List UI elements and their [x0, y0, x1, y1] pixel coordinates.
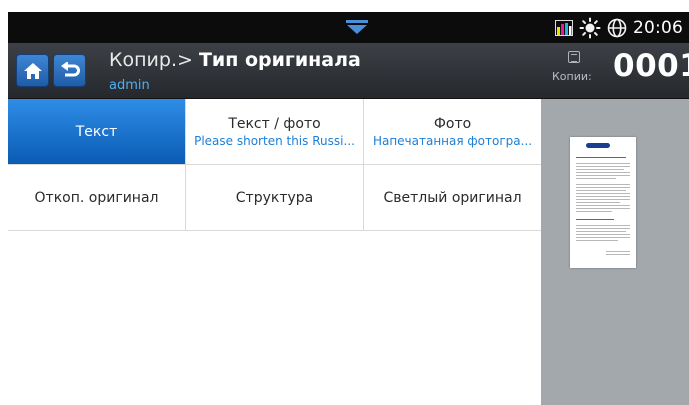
back-button[interactable] — [53, 54, 86, 87]
option-text-photo[interactable]: Текст / фото Please shorten this Russi..… — [186, 99, 364, 164]
option-label: Текст — [75, 123, 118, 140]
copies-count[interactable]: 0001 — [613, 48, 689, 84]
home-icon — [23, 62, 42, 79]
option-label: Текст / фото — [228, 115, 321, 132]
option-label: Фото — [433, 115, 472, 132]
option-label: Светлый оригинал — [383, 189, 522, 206]
option-sublabel: Please shorten this Russi... — [194, 133, 355, 148]
copies-icon — [568, 51, 580, 63]
options-row: Текст Текст / фото Please shorten this R… — [8, 99, 541, 165]
copies-label: Копии: — [552, 70, 592, 83]
back-arrow-icon — [60, 61, 80, 76]
preview-pane — [541, 99, 689, 405]
title-text: Тип оригинала — [198, 49, 361, 71]
page-title: Копир.> Тип оригинала — [109, 49, 361, 71]
option-structure[interactable]: Структура — [186, 165, 364, 230]
toner-level-icon[interactable] — [555, 19, 573, 36]
header: Копир.> Тип оригинала admin Копии: 0001 — [8, 43, 689, 99]
option-sublabel: Напечатанная фотогра... — [372, 133, 533, 148]
logo — [586, 143, 610, 148]
username: admin — [109, 78, 150, 93]
document-preview — [570, 137, 636, 268]
option-text[interactable]: Текст — [8, 99, 186, 164]
option-label: Структура — [235, 189, 314, 206]
pull-down-tab-icon[interactable] — [346, 19, 368, 35]
home-button[interactable] — [16, 54, 49, 87]
options-row: Откоп. оригинал Структура Светлый оригин… — [8, 165, 541, 231]
option-photo[interactable]: Фото Напечатанная фотогра... — [364, 99, 541, 164]
option-copied-original[interactable]: Откоп. оригинал — [8, 165, 186, 230]
brightness-icon[interactable] — [579, 17, 601, 39]
original-type-options: Текст Текст / фото Please shorten this R… — [8, 99, 541, 231]
globe-icon[interactable] — [607, 18, 627, 38]
status-bar: 20:06 — [8, 12, 689, 43]
clock: 20:06 — [633, 17, 683, 38]
option-light-original[interactable]: Светлый оригинал — [364, 165, 541, 230]
breadcrumb: Копир.> — [109, 49, 193, 71]
option-label: Откоп. оригинал — [34, 189, 159, 206]
